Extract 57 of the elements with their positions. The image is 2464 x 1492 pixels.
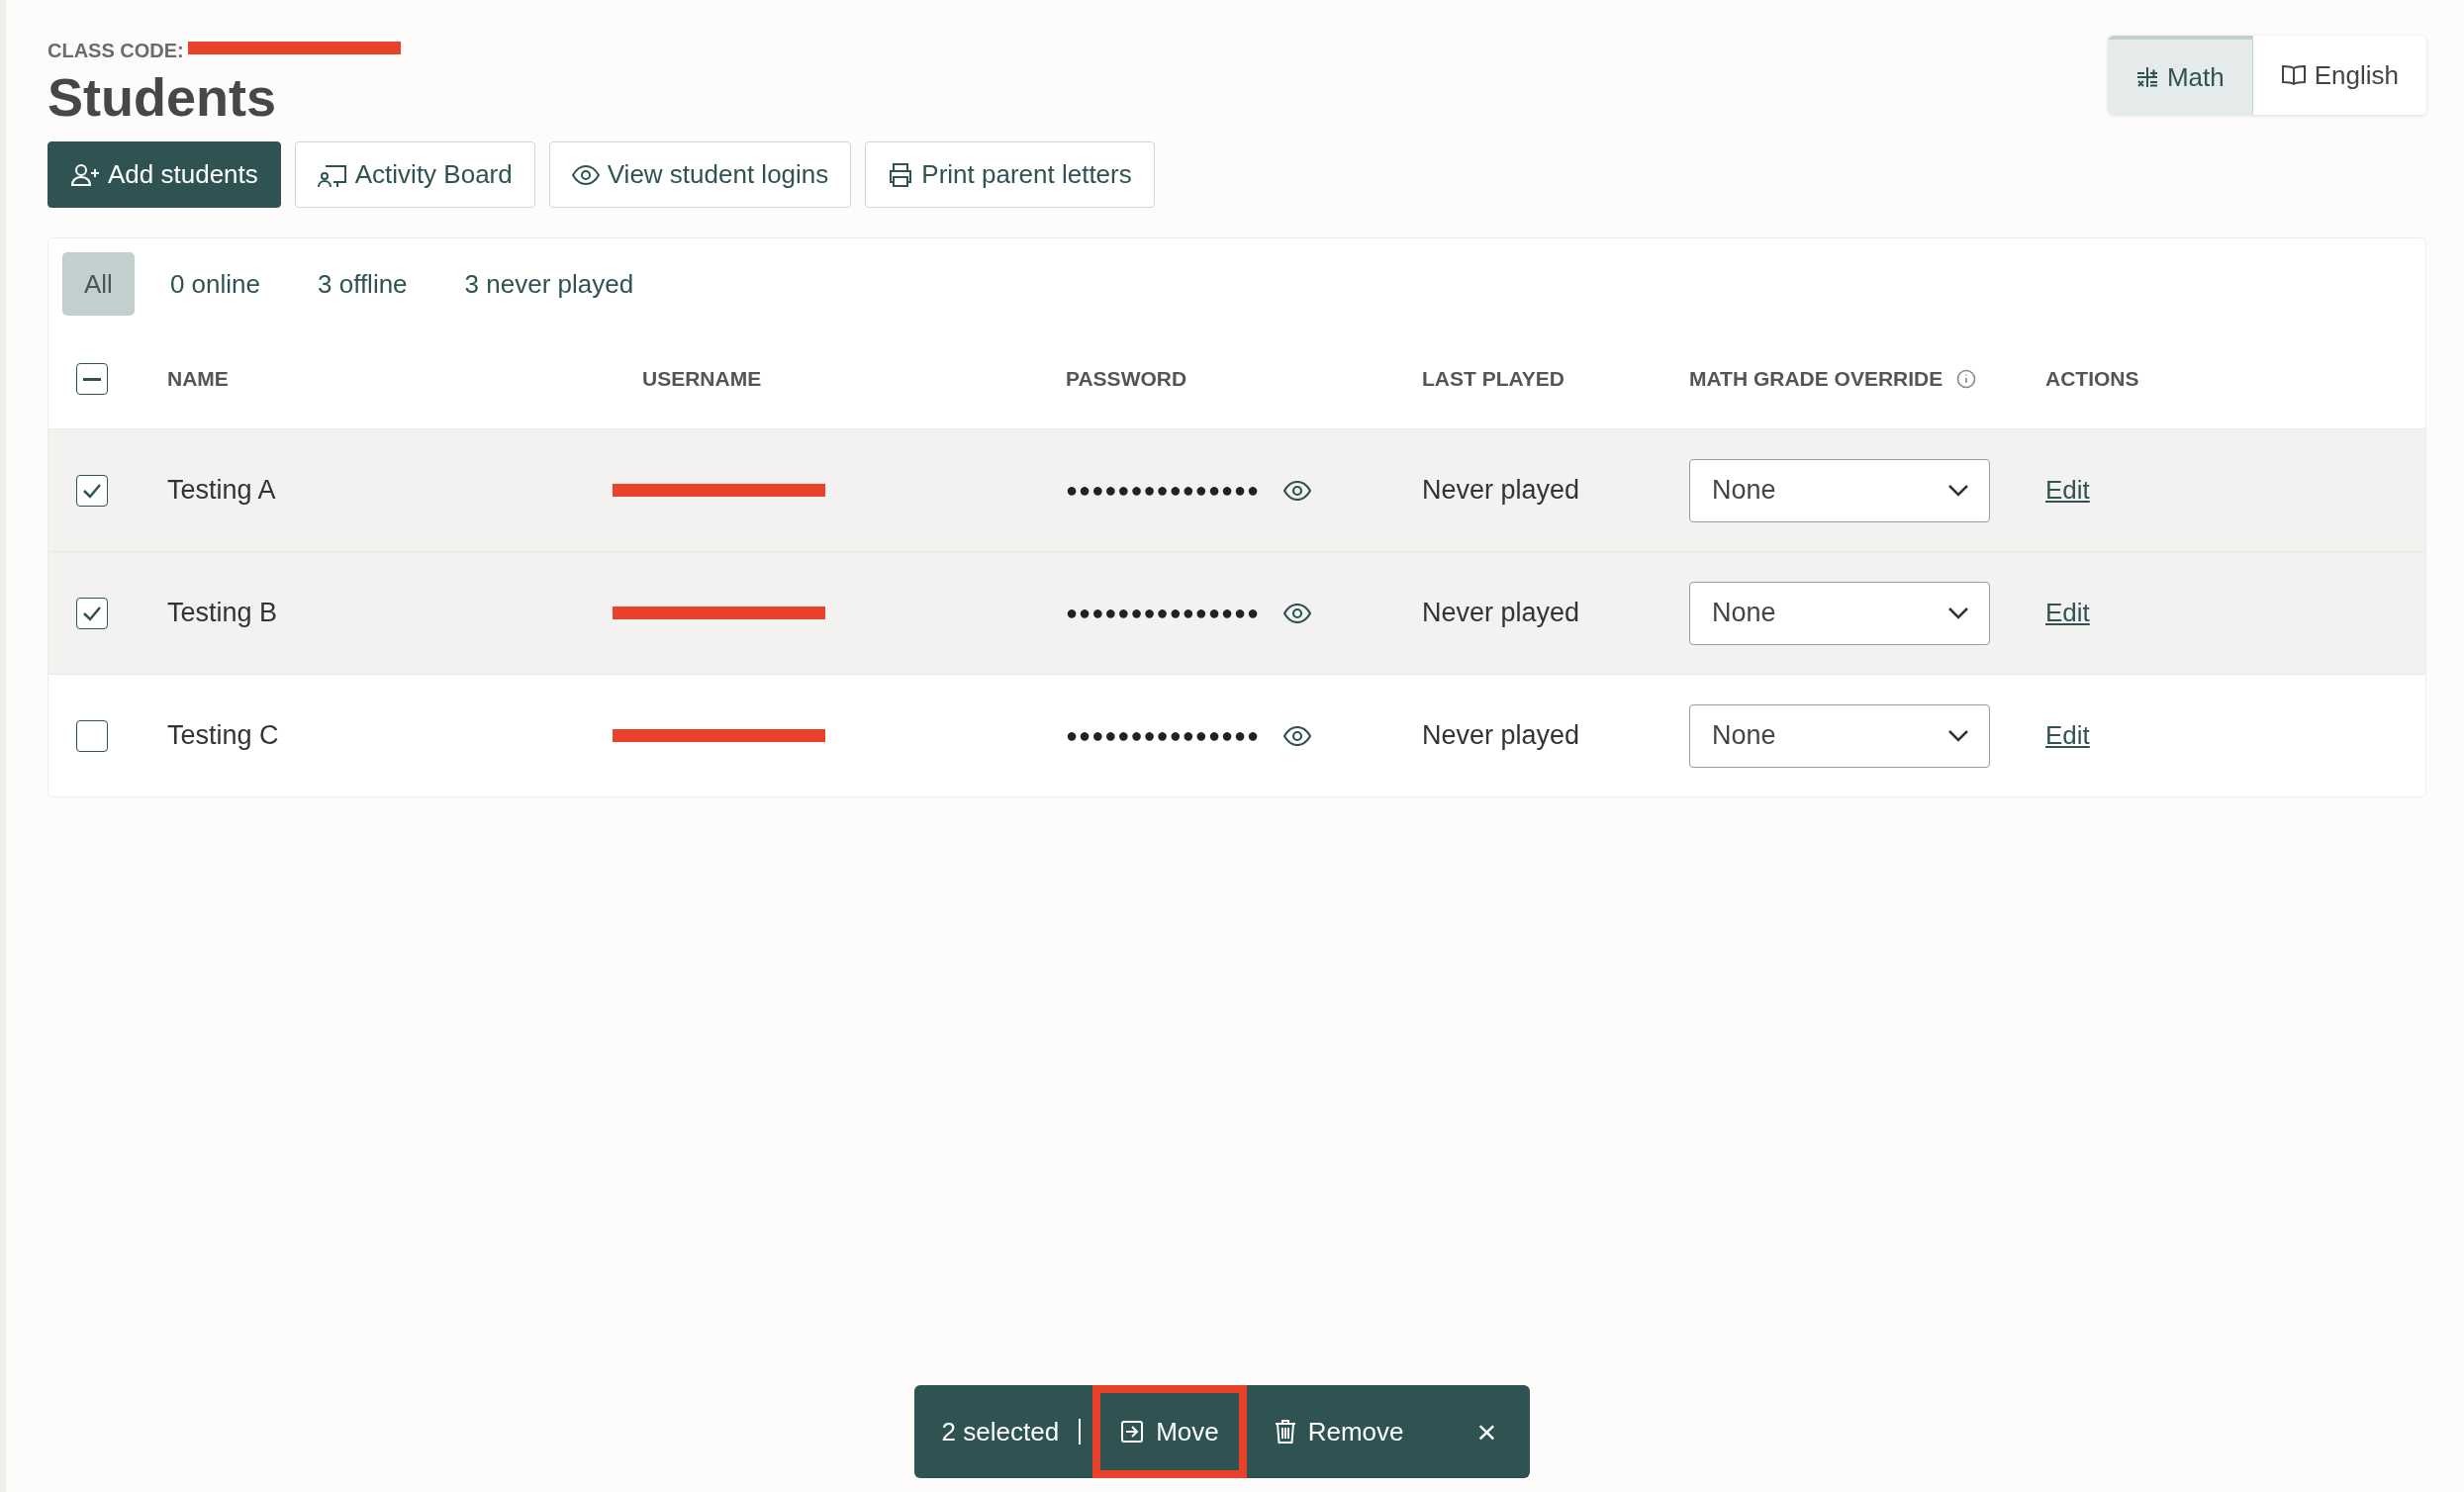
column-header: LAST PLAYED xyxy=(1422,367,1564,391)
column-header: NAME xyxy=(167,367,229,391)
check-icon xyxy=(82,482,102,499)
student-name: Testing A xyxy=(167,475,276,506)
selected-count: 2 selected xyxy=(941,1416,1060,1447)
column-header: MATH GRADE OVERRIDE xyxy=(1689,367,1943,391)
eye-icon xyxy=(571,164,600,185)
toolbar-button[interactable]: Add students xyxy=(47,141,281,208)
chevron-down-icon xyxy=(1947,606,1969,620)
info-icon xyxy=(1956,369,1977,389)
masked-password: ●●●●●●●●●●●●●●● xyxy=(1066,479,1261,502)
filter-tab[interactable]: 3 never played xyxy=(442,252,656,316)
column-header: ACTIONS xyxy=(2045,367,2139,391)
column-header: USERNAME xyxy=(642,367,762,391)
add-user-icon xyxy=(70,162,100,187)
filter-tab[interactable]: 3 offline xyxy=(296,252,429,316)
row-checkbox[interactable] xyxy=(76,719,108,752)
row-checkbox[interactable] xyxy=(76,597,108,629)
eye-icon[interactable] xyxy=(1283,725,1312,746)
chevron-down-icon xyxy=(1947,483,1969,498)
last-played: Never played xyxy=(1422,598,1580,628)
student-name: Testing B xyxy=(167,598,278,628)
edit-link[interactable]: Edit xyxy=(2045,475,2090,506)
select-all-checkbox[interactable] xyxy=(76,363,108,395)
filter-tab[interactable]: 0 online xyxy=(147,252,282,316)
toolbar-button[interactable]: View student logins xyxy=(548,141,852,208)
printer-icon xyxy=(888,161,914,188)
eye-icon[interactable] xyxy=(1283,480,1312,501)
last-played: Never played xyxy=(1422,720,1580,751)
math-symbols-icon xyxy=(2134,65,2159,89)
toolbar-button[interactable]: Print parent letters xyxy=(865,141,1155,208)
chevron-down-icon xyxy=(1947,728,1969,743)
edit-link[interactable]: Edit xyxy=(2045,720,2090,751)
class-code-label: CLASS CODE: xyxy=(47,40,184,62)
last-played: Never played xyxy=(1422,475,1580,506)
masked-password: ●●●●●●●●●●●●●●● xyxy=(1066,602,1261,624)
edit-link[interactable]: Edit xyxy=(2045,598,2090,628)
subject-tab[interactable]: Math xyxy=(2107,36,2253,115)
grade-select[interactable]: None xyxy=(1689,703,1990,768)
subject-tab[interactable]: English xyxy=(2252,36,2426,115)
eye-icon[interactable] xyxy=(1283,603,1312,623)
masked-password: ●●●●●●●●●●●●●●● xyxy=(1066,724,1261,747)
trash-icon xyxy=(1274,1419,1296,1445)
student-name: Testing C xyxy=(167,720,279,751)
book-icon xyxy=(2280,64,2307,86)
filter-tab[interactable]: All xyxy=(62,252,135,316)
bulk-action-button[interactable]: Move xyxy=(1092,1385,1247,1478)
row-checkbox[interactable] xyxy=(76,474,108,507)
bulk-action-button[interactable]: Remove xyxy=(1246,1385,1432,1478)
toolbar-button[interactable]: Activity Board xyxy=(294,141,535,208)
close-button[interactable]: × xyxy=(1470,1411,1503,1452)
grade-select[interactable]: None xyxy=(1689,458,1990,522)
column-header: PASSWORD xyxy=(1066,367,1187,391)
check-icon xyxy=(82,605,102,621)
move-icon xyxy=(1120,1420,1145,1444)
page-title: Students xyxy=(47,66,277,128)
grade-select[interactable]: None xyxy=(1689,581,1990,645)
